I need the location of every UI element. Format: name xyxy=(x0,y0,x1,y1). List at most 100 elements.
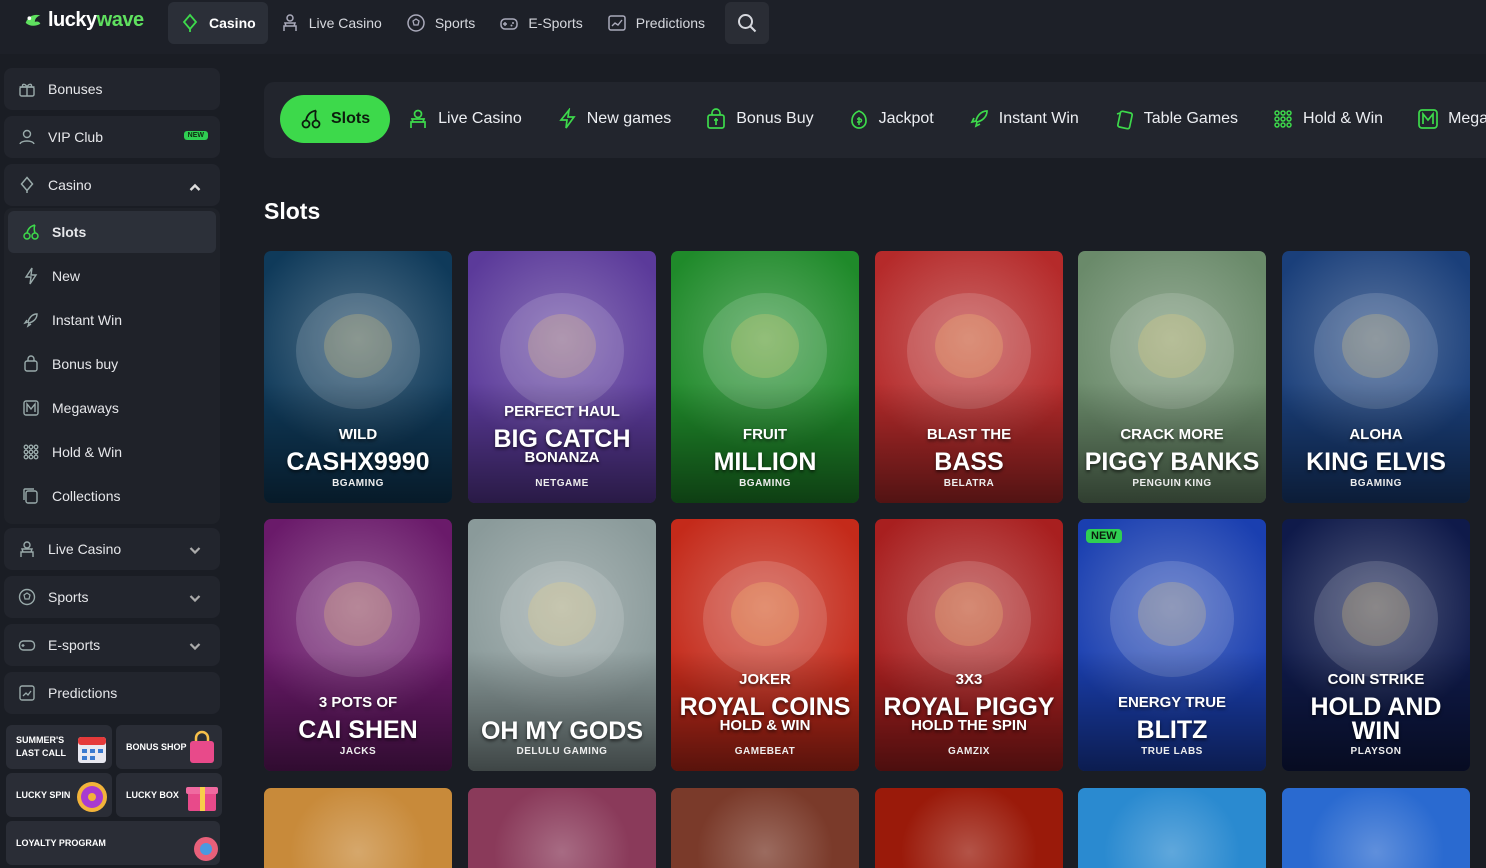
game-card[interactable] xyxy=(1078,788,1266,868)
dealer-icon xyxy=(410,109,426,128)
sidebar-item-predictions[interactable]: Predictions xyxy=(4,672,220,714)
topnav-predictions-label: Predictions xyxy=(635,15,706,31)
chevron-down-icon[interactable] xyxy=(186,590,204,608)
topnav-predictions[interactable]: Predictions xyxy=(595,2,717,44)
cat-bonus-buy-label: Bonus Buy xyxy=(736,110,814,127)
game-title-line1: PERFECT HAUL xyxy=(504,403,620,420)
sidebar-item-hold-win[interactable]: Hold & Win xyxy=(8,431,216,473)
promo-lucky-box[interactable]: LUCKY BOX xyxy=(116,773,222,817)
bag-icon xyxy=(24,355,38,372)
sidebar-predictions-label: Predictions xyxy=(48,685,118,701)
cat-table-games[interactable]: Table Games xyxy=(1096,95,1255,143)
section-title: Slots xyxy=(264,198,321,224)
cat-hold-win-label: Hold & Win xyxy=(1303,110,1384,127)
brand-lucky: lucky xyxy=(48,9,97,31)
cat-slots[interactable]: Slots xyxy=(280,95,391,143)
top-nav: Casino Live Casino Sports E-Sports Predi… xyxy=(168,0,770,46)
game-card[interactable]: ALOHA KING ELVIS BGAMING xyxy=(1282,251,1470,503)
new-badge: NEW xyxy=(183,131,208,140)
search-button[interactable] xyxy=(725,2,770,44)
cat-jackpot-label: Jackpot xyxy=(878,110,934,127)
casino-icon xyxy=(20,176,34,193)
ball-icon xyxy=(18,588,36,606)
game-card[interactable]: 3X3 ROYAL PIGGY HOLD THE SPIN GAMZIX xyxy=(875,519,1063,771)
sidebar-item-new[interactable]: New xyxy=(8,255,216,297)
sidebar-instant-win-label: Instant Win xyxy=(52,312,123,328)
rocket-icon xyxy=(23,313,38,328)
game-card[interactable]: FRUIT MILLION BGAMING xyxy=(671,251,859,503)
game-title-line1: BLAST THE xyxy=(926,426,1012,443)
cat-instant-win[interactable]: Instant Win xyxy=(951,95,1096,143)
brand-logo[interactable]: lucky wave xyxy=(22,9,144,32)
sidebar-item-vip[interactable]: VIP Club NEW xyxy=(4,116,220,158)
game-card[interactable]: WILD CASHX9990 BGAMING xyxy=(264,251,452,503)
casino-submenu: Slots New Instant Win Bonus buy Megaways… xyxy=(4,208,220,524)
sidebar-casino-label: Casino xyxy=(48,177,92,193)
topnav-esports[interactable]: E-Sports xyxy=(487,2,594,44)
game-card[interactable]: BLAST THE BASS BELATRA xyxy=(875,251,1063,503)
sidebar-item-collections[interactable]: Collections xyxy=(8,475,216,517)
game-card[interactable]: COIN STRIKE HOLD AND WIN PLAYSON xyxy=(1282,519,1470,771)
promo-summers-last-call[interactable]: SUMMER'S LAST CALL xyxy=(6,725,112,769)
bolt-icon xyxy=(558,108,576,129)
promo-loyalty-program[interactable]: LOYALTY PROGRAM xyxy=(6,821,220,865)
game-card[interactable] xyxy=(264,788,452,868)
game-card[interactable]: 3 POTS OF CAI SHEN JACKS xyxy=(264,519,452,771)
game-card[interactable]: OH MY GODS DELULU GAMING xyxy=(468,519,656,771)
game-card[interactable]: ENERGY TRUE BLITZ TRUE LABS NEW xyxy=(1078,519,1266,771)
sidebar-item-slots[interactable]: Slots xyxy=(8,211,216,253)
new-badge: NEW xyxy=(1086,529,1122,543)
trophy-icon xyxy=(194,837,218,861)
ball-icon xyxy=(407,14,425,32)
promo-bonus-shop-label: BONUS SHOP xyxy=(126,741,187,752)
sidebar-item-instant-win[interactable]: Instant Win xyxy=(8,299,216,341)
sidebar-item-megaways[interactable]: Megaways xyxy=(8,387,216,429)
topnav-sports-label: Sports xyxy=(434,15,476,31)
topnav-sports[interactable]: Sports xyxy=(394,2,487,44)
game-title-line3: BONANZA xyxy=(524,449,600,466)
game-title-line1: OH MY GODS xyxy=(480,717,644,745)
sidebar-item-esports[interactable]: E-sports xyxy=(4,624,220,666)
chevron-down-icon[interactable] xyxy=(186,542,204,560)
game-title-line3: HOLD THE SPIN xyxy=(911,717,1027,734)
cat-live-casino[interactable]: Live Casino xyxy=(390,95,539,143)
sidebar-esports-label: E-sports xyxy=(48,637,101,653)
cat-bonus-buy[interactable]: Bonus Buy xyxy=(688,95,830,143)
game-provider: GAMEBEAT xyxy=(734,746,796,757)
search-icon xyxy=(738,14,757,33)
game-provider: NETGAME xyxy=(535,478,589,489)
sidebar-hold-win-label: Hold & Win xyxy=(52,444,123,460)
sidebar-item-bonuses[interactable]: Bonuses xyxy=(4,68,220,110)
vip-user-icon xyxy=(19,129,35,145)
calendar-icon xyxy=(78,737,106,763)
game-card[interactable]: JOKER ROYAL COINS HOLD & WIN GAMEBEAT xyxy=(671,519,859,771)
game-card[interactable] xyxy=(671,788,859,868)
cat-live-casino-label: Live Casino xyxy=(438,110,522,127)
chevron-up-icon[interactable] xyxy=(186,178,204,196)
sidebar-item-sports[interactable]: Sports xyxy=(4,576,220,618)
topnav-casino[interactable]: Casino xyxy=(168,2,268,44)
game-title-line1: WILD xyxy=(338,426,378,443)
game-card[interactable] xyxy=(875,788,1063,868)
cat-new-games[interactable]: New games xyxy=(539,95,688,143)
cat-jackpot[interactable]: Jackpot xyxy=(831,95,951,143)
game-card[interactable]: CRACK MORE PIGGY BANKS PENGUIN KING xyxy=(1078,251,1266,503)
cherries-icon xyxy=(301,109,321,129)
sidebar-item-casino[interactable]: Casino xyxy=(4,164,220,206)
jackpot-icon xyxy=(850,110,867,129)
promo-lucky-spin[interactable]: LUCKY SPIN xyxy=(6,773,112,817)
sidebar-item-live-casino[interactable]: Live Casino xyxy=(4,528,220,570)
promo-bonus-shop[interactable]: BONUS SHOP xyxy=(116,725,222,769)
game-title-line1: CRACK MORE xyxy=(1120,426,1224,443)
dots-icon xyxy=(23,444,39,460)
cat-megaways[interactable]: Mega xyxy=(1400,95,1486,143)
cat-hold-win[interactable]: Hold & Win xyxy=(1255,95,1400,143)
promo-loyalty-label: LOYALTY PROGRAM xyxy=(16,837,106,848)
sidebar-item-bonus-buy[interactable]: Bonus buy xyxy=(8,343,216,385)
game-card[interactable] xyxy=(1282,788,1470,868)
chevron-down-icon[interactable] xyxy=(186,638,204,656)
sidebar: Bonuses VIP Club NEW Casino Slots New In… xyxy=(0,54,232,868)
game-card[interactable] xyxy=(468,788,656,868)
game-card[interactable]: PERFECT HAUL BIG CATCH BONANZA NETGAME xyxy=(468,251,656,503)
topnav-live-casino[interactable]: Live Casino xyxy=(268,2,394,44)
